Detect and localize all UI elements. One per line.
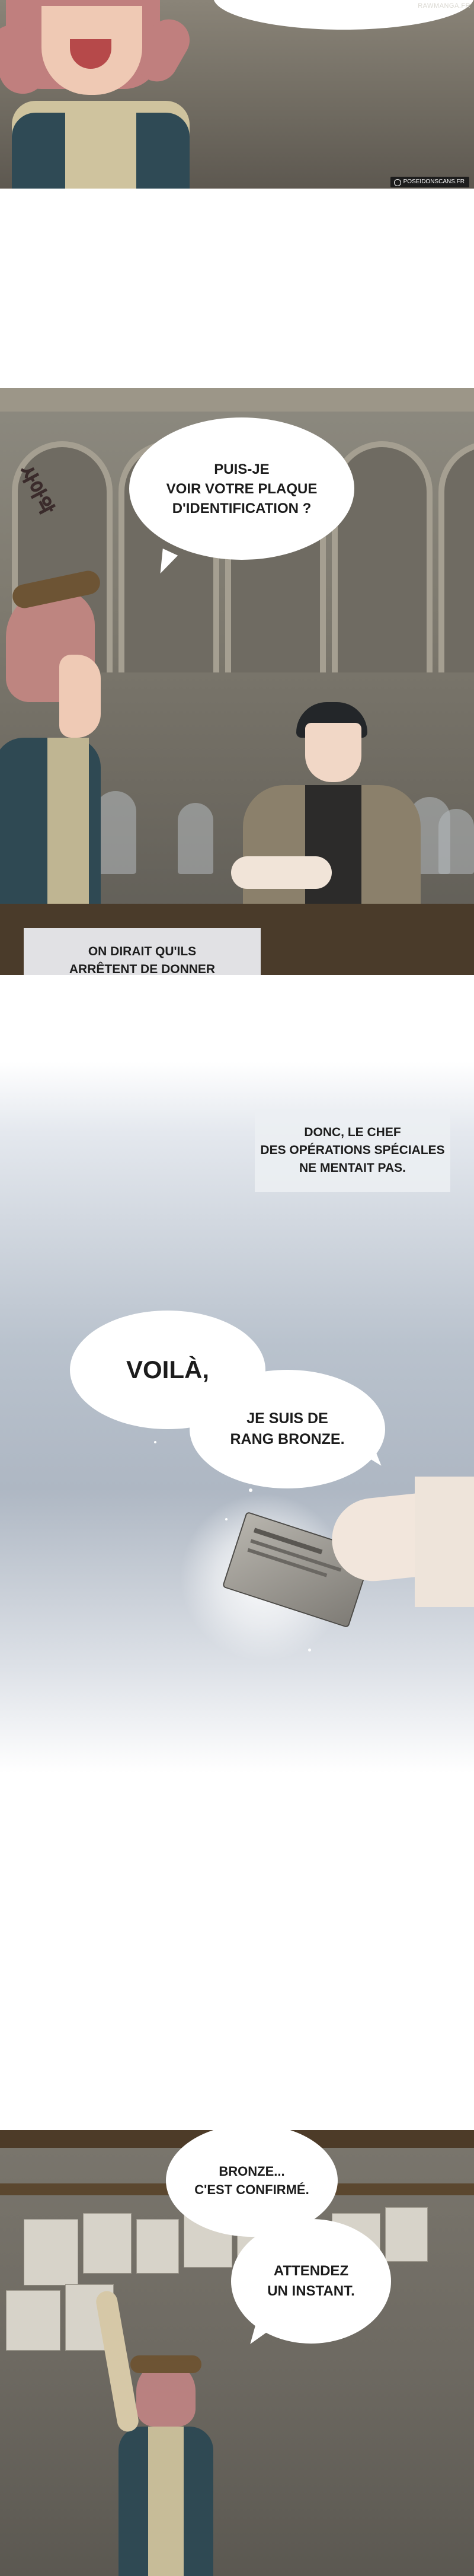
badge-label: POSEIDONSCANS.FR xyxy=(403,178,465,185)
speech-bubble-rank-bronze: JE SUIS DE RANG BRONZE. xyxy=(190,1370,385,1488)
trident-icon xyxy=(393,179,401,186)
speech-bubble-clerk-request: PUIS-JE VOIR VOTRE PLAQUE D'IDENTIFICATI… xyxy=(129,417,354,560)
watermark-text: RAWMANGA.FR xyxy=(418,2,470,9)
panel-guild-counter: PUIS-JE VOIR VOTRE PLAQUE D'IDENTIFICATI… xyxy=(0,388,474,975)
quest-notice xyxy=(24,2219,78,2285)
character-young-man xyxy=(231,696,427,910)
panel-quest-board: BRONZE... C'EST CONFIRMÉ. ATTENDEZ UN IN… xyxy=(0,2130,474,2576)
character-girl-back xyxy=(94,2289,237,2576)
narration-box-chief: DONC, LE CHEF DES OPÉRATIONS SPÉCIALES N… xyxy=(255,1109,450,1192)
scan-group-badge[interactable]: POSEIDONSCANS.FR xyxy=(390,177,469,187)
narration-box-quests: ON DIRAIT QU'ILS ARRÊTENT DE DONNER N'IM… xyxy=(24,928,261,975)
panel-bronze-card: DONC, LE CHEF DES OPÉRATIONS SPÉCIALES N… xyxy=(0,1061,474,1773)
panel-girl-smiling: RAWMANGA.FR POSEIDONSCANS.FR xyxy=(0,0,474,189)
character-vest xyxy=(12,113,65,189)
sparkle-icon xyxy=(249,1488,252,1492)
